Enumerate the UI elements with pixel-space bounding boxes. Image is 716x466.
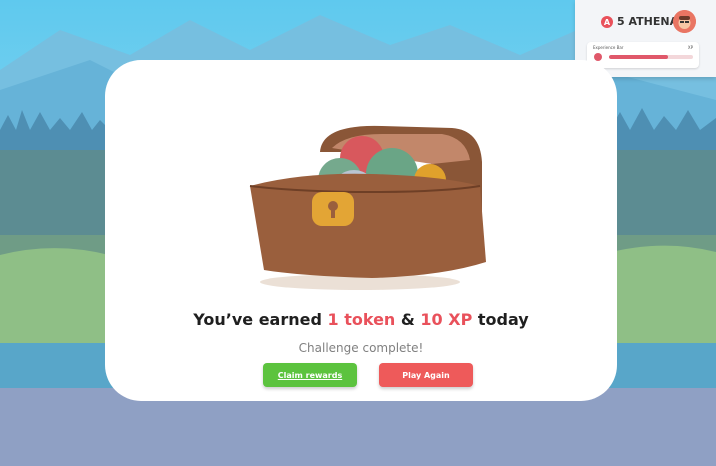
- username: 5 ATHENA: [617, 15, 679, 28]
- xp-star-icon: [594, 53, 602, 61]
- play-again-button[interactable]: Play Again: [379, 363, 473, 387]
- earned-suffix: today: [477, 310, 529, 329]
- experience-bar: [609, 55, 693, 59]
- earned-amp: &: [400, 310, 415, 329]
- challenge-complete-text: Challenge complete!: [298, 341, 424, 355]
- earned-prefix: You’ve earned: [193, 310, 322, 329]
- reward-modal: You’ve earned 1 token & 10 XP today Chal…: [105, 60, 617, 401]
- treasure-chest-icon: [249, 125, 486, 290]
- avatar-face-icon: [673, 10, 696, 33]
- earned-tokens: 1 token: [327, 310, 396, 329]
- experience-value: XP: [687, 45, 693, 50]
- claim-rewards-button[interactable]: Claim rewards: [263, 363, 357, 387]
- experience-bar-card: Experience Bar XP: [587, 42, 699, 68]
- reward-summary: You’ve earned 1 token & 10 XP today: [105, 310, 617, 329]
- experience-bar-fill: [609, 55, 668, 59]
- class-badge: A: [601, 16, 613, 28]
- earned-xp: 10 XP: [420, 310, 473, 329]
- avatar[interactable]: [673, 10, 696, 33]
- experience-bar-title: Experience Bar: [593, 45, 624, 50]
